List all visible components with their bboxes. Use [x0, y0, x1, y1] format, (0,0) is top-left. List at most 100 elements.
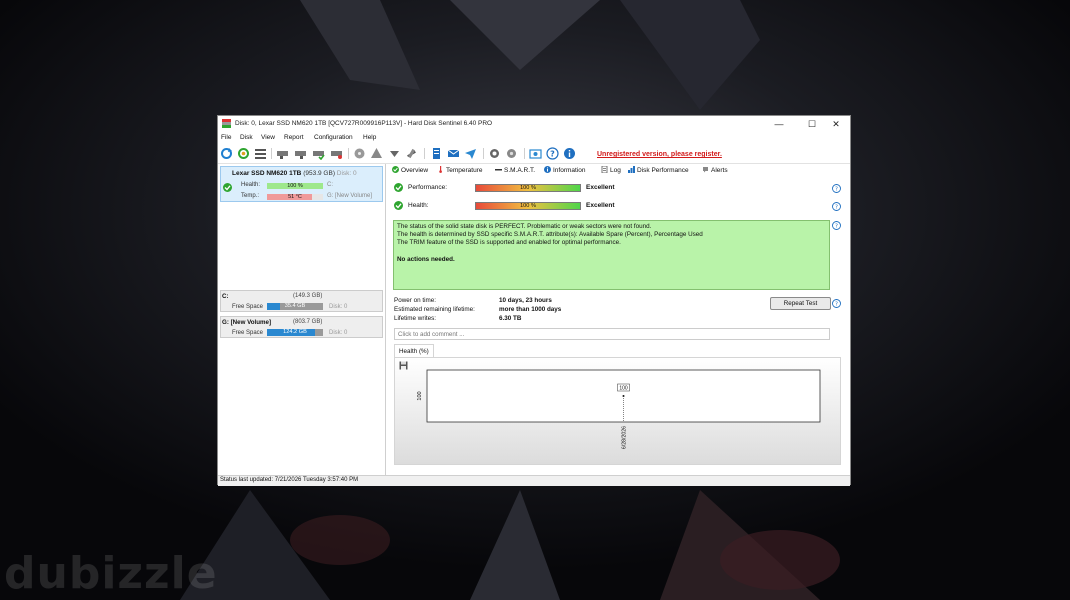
tab-label: Health (%) [399, 348, 429, 355]
tools-icon[interactable] [405, 147, 418, 160]
tab-temperature[interactable]: Temperature [437, 166, 483, 174]
report-icon[interactable] [430, 147, 443, 160]
thermometer-icon [439, 166, 442, 173]
refresh-icon[interactable] [220, 147, 233, 160]
app-logo-icon [222, 119, 231, 128]
comment-placeholder: Click to add comment ... [398, 331, 465, 338]
info-icon [544, 166, 551, 173]
menu-bar: File Disk View Report Configuration Help [218, 133, 850, 144]
tab-log[interactable]: Log [601, 166, 621, 174]
disk-name-line: Lexar SSD NM620 1TB (953.9 GB) Disk: 0 [232, 170, 357, 177]
toolbar-separator [483, 148, 484, 159]
close-button[interactable]: ✕ [822, 116, 850, 132]
svg-text:?: ? [835, 302, 838, 308]
unregistered-link[interactable]: Unregistered version, please register. [597, 151, 722, 158]
health-bar: 100 % [475, 202, 581, 210]
tab-information[interactable]: Information [544, 166, 586, 174]
tab-label: S.M.A.R.T. [504, 167, 536, 174]
hdd-error-icon[interactable] [330, 147, 343, 160]
send-icon[interactable] [464, 147, 477, 160]
help-question-icon[interactable]: ? [832, 221, 841, 230]
tab-label: Disk Performance [637, 167, 689, 174]
menu-configuration[interactable]: Configuration [314, 134, 353, 141]
repeat-test-button[interactable]: Repeat Test [770, 297, 831, 310]
eject-icon[interactable] [388, 147, 401, 160]
disk-card-0[interactable]: Lexar SSD NM620 1TB (953.9 GB) Disk: 0 H… [220, 166, 383, 202]
health-value: 100 % [520, 203, 536, 209]
status-bar: Status last updated: 7/21/2026 Tuesday 3… [218, 475, 850, 486]
volume-g[interactable]: G: [New Volume] (803.7 GB) Free Space 12… [220, 316, 383, 338]
disk-temp-drive: G: [New Volume] [327, 193, 373, 199]
watermark-logo: dubizzle [4, 548, 218, 599]
toolbar-separator [348, 148, 349, 159]
menu-report[interactable]: Report [284, 134, 304, 141]
check-circle-icon [223, 183, 232, 192]
disk-list-panel: Lexar SSD NM620 1TB (953.9 GB) Disk: 0 H… [218, 164, 386, 475]
disk-health-label: Health: [241, 182, 261, 188]
warning-triangle-icon[interactable] [370, 147, 383, 160]
smart-bar-icon [495, 169, 502, 171]
disk-list-icon[interactable] [254, 147, 267, 160]
disk-name: Lexar SSD NM620 1TB [232, 170, 302, 177]
configuration-icon[interactable] [505, 147, 518, 160]
help-question-icon[interactable]: ? [832, 184, 841, 193]
mail-icon[interactable] [447, 147, 460, 160]
y-tick-label: 100 [417, 391, 423, 400]
menu-file[interactable]: File [221, 134, 231, 141]
tab-alerts[interactable]: Alerts [702, 166, 728, 174]
overview-panel: Overview Temperature S.M.A.R.T. Informat… [390, 164, 850, 475]
refresh-all-icon[interactable] [237, 147, 250, 160]
hdd-check-icon[interactable] [312, 147, 325, 160]
performance-label: Performance: [408, 184, 448, 191]
screenshot-icon[interactable] [529, 147, 542, 160]
performance-rating: Excellent [586, 184, 615, 191]
disk-health-bar: 100 % [267, 183, 323, 189]
free-space-value: 35.4 GB [284, 303, 306, 309]
tab-health-chart[interactable]: Health (%) [394, 344, 434, 357]
status-actions: No actions needed. [397, 256, 455, 263]
data-label: 100 [619, 385, 628, 391]
free-space-label: Free Space [232, 304, 264, 310]
svg-text:?: ? [835, 187, 838, 193]
free-space-bar: 124.2 GB [267, 329, 323, 336]
tab-disk-performance[interactable]: Disk Performance [628, 166, 689, 174]
disk-health-value: 100 % [287, 183, 303, 189]
comment-input[interactable]: Click to add comment ... [394, 328, 830, 340]
disk-temp-label: Temp.: [241, 193, 260, 199]
status-message-box: The status of the solid state disk is PE… [393, 220, 830, 290]
hdd-test-icon[interactable] [294, 147, 307, 160]
hdd-icon[interactable] [276, 147, 289, 160]
volume-c[interactable]: C: (149.3 GB) Free Space 35.4 GB Disk: 0 [220, 290, 383, 312]
disk-info-icon[interactable] [353, 147, 366, 160]
help-question-icon[interactable]: ? [832, 202, 841, 211]
tab-overview[interactable]: Overview [392, 166, 428, 174]
disk-index: Disk: 0 [336, 170, 357, 177]
health-rating: Excellent [586, 202, 615, 209]
svg-text:?: ? [550, 150, 555, 159]
status-line: The status of the solid state disk is PE… [397, 223, 652, 230]
menu-help[interactable]: Help [363, 134, 376, 141]
settings-gear-icon[interactable] [488, 147, 501, 160]
status-line: The TRIM feature of the SSD is supported… [397, 239, 621, 246]
window-title: Disk: 0, Lexar SSD NM620 1TB [QCV727R009… [235, 120, 493, 127]
toolbar: ? Unregistered version, please register. [218, 145, 850, 164]
minimize-button[interactable]: — [765, 116, 793, 132]
info-icon[interactable] [563, 147, 576, 160]
help-question-icon[interactable]: ? [832, 299, 841, 308]
disk-temp-bar: 51 °C [267, 194, 323, 200]
toolbar-separator [524, 148, 525, 159]
remaining-lifetime-label: Estimated remaining lifetime: [394, 306, 475, 313]
tab-smart[interactable]: S.M.A.R.T. [495, 166, 535, 174]
app-window: Disk: 0, Lexar SSD NM620 1TB [QCV727R009… [217, 115, 851, 486]
help-question-icon[interactable]: ? [546, 147, 559, 160]
free-space-value: 124.2 GB [283, 329, 307, 335]
svg-text:?: ? [835, 224, 838, 230]
toolbar-separator [271, 148, 272, 159]
svg-text:?: ? [835, 205, 838, 211]
tab-label: Alerts [711, 167, 728, 174]
menu-disk[interactable]: Disk [240, 134, 253, 141]
disk-health-drive: C: [327, 182, 333, 188]
menu-view[interactable]: View [261, 134, 275, 141]
tab-label: Information [553, 167, 586, 174]
performance-bar: 100 % [475, 184, 581, 192]
